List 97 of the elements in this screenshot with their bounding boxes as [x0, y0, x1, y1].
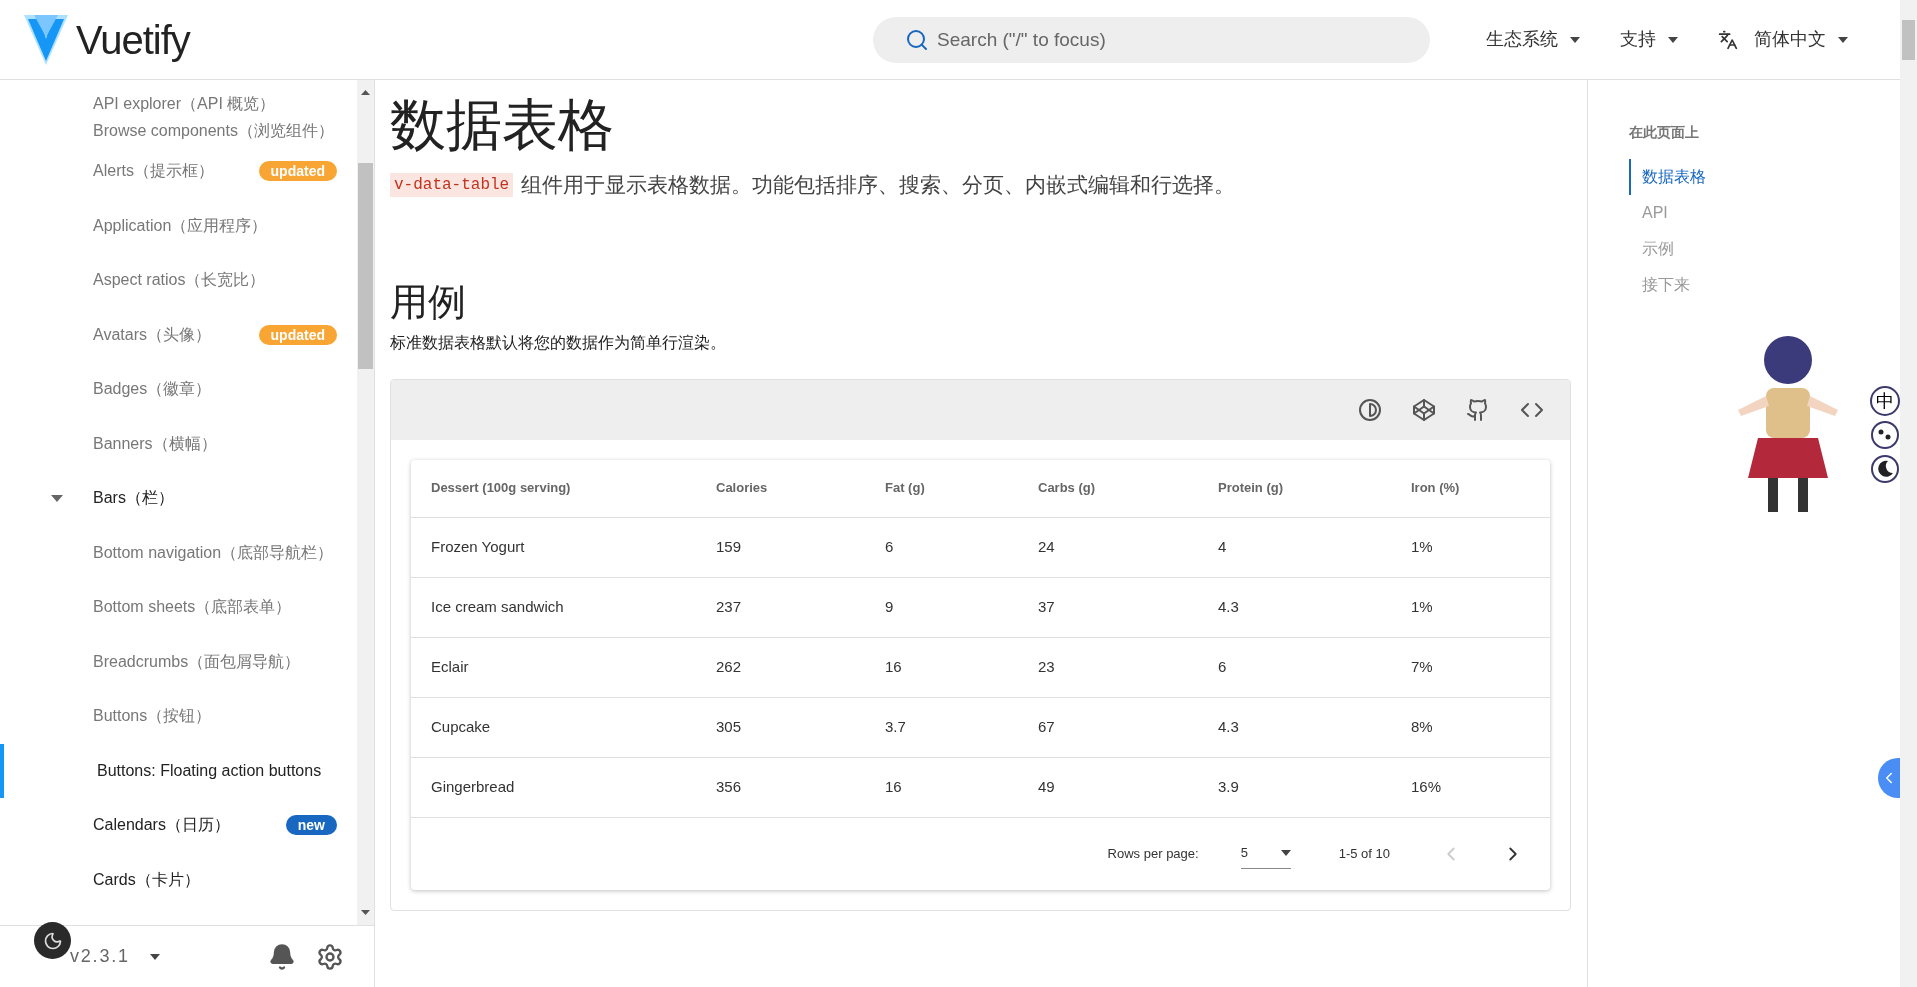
expand-arrow-icon[interactable] [51, 494, 63, 502]
search-icon [905, 27, 929, 52]
column-header[interactable]: Protein (g) [1218, 478, 1411, 498]
table-cell-text: 16 [885, 656, 903, 677]
table-cell-text: 1% [1411, 596, 1434, 617]
table-cell-text: Eclair [431, 656, 470, 677]
table-cell-text: 16 [885, 776, 903, 797]
brand-name: Vuetify [76, 16, 190, 64]
search-field[interactable]: Search ("/" to focus) [873, 16, 1430, 63]
contrast-icon[interactable] [1358, 397, 1382, 422]
language-toggle-button[interactable]: 中 [1870, 386, 1900, 416]
table-cell-text: 3.9 [1218, 776, 1240, 797]
scrollbar[interactable] [357, 80, 374, 925]
caret-icon [1280, 850, 1291, 856]
toc-title: 在此页面上 [1629, 123, 1700, 142]
table-cell-text: 159 [716, 536, 743, 557]
sidebar-item[interactable]: Banners（横幅） [0, 416, 357, 471]
sidebar-item[interactable]: Aspect ratios（长宽比） [0, 253, 357, 308]
sidebar-item[interactable]: API explorer（API 概览） [0, 90, 357, 117]
table-cell-text: 262 [716, 656, 743, 677]
table-cell-text: 23 [1038, 656, 1056, 677]
table-cell-text: 4 [1218, 536, 1228, 557]
table-cell-text: Ice cream sandwich [431, 596, 565, 617]
version-button[interactable]: v2.3.1 [70, 943, 160, 970]
caret-icon [1570, 36, 1580, 43]
table-cell-text: 7% [1411, 656, 1434, 677]
column-header[interactable]: Fat (g) [885, 478, 1038, 498]
table-cell-text: 37 [1038, 596, 1056, 617]
sidebar-item[interactable]: Badges（徽章） [0, 362, 357, 417]
moon-icon[interactable] [1870, 454, 1900, 484]
sidebar-item[interactable]: Buttons（按钮） [0, 689, 357, 744]
status-badge: updated [258, 324, 337, 345]
section-title: 用例 [390, 279, 467, 325]
caret-icon [1668, 36, 1678, 43]
page-range: 1-5 of 10 [1338, 844, 1390, 863]
menu-button[interactable]: 简体中文 [1706, 18, 1860, 61]
table-cell-text: 8% [1411, 716, 1434, 737]
settings-icon[interactable] [316, 942, 344, 971]
intro-text: 组件用于显示表格数据。功能包括排序、搜索、分页、内嵌式编辑和行选择。 [521, 172, 1236, 198]
table-cell-text: 356 [716, 776, 743, 797]
logo-icon [24, 14, 68, 65]
table-cell-text: 67 [1038, 716, 1056, 737]
rows-per-page-label: Rows per page: [1107, 844, 1199, 863]
collapse-tab-button[interactable] [1878, 758, 1900, 798]
translate-icon [1718, 29, 1738, 50]
table-cell-text: 1% [1411, 536, 1434, 557]
sidebar-item[interactable]: Bars（栏） [0, 471, 357, 526]
table-cell-text: Cupcake [431, 716, 492, 737]
codepen-icon[interactable] [1412, 397, 1436, 422]
table-cell-text: 237 [716, 596, 743, 617]
sidebar-item[interactable]: Avatars（头像） updated [0, 307, 357, 362]
scrollbar-thumb[interactable] [1902, 20, 1915, 60]
notification-icon[interactable] [268, 942, 296, 971]
page-title: 数据表格 [390, 92, 615, 158]
table-cell-text: 4.3 [1218, 596, 1240, 617]
column-header[interactable]: Iron (%) [1411, 478, 1550, 498]
sidebar-item[interactable]: Alerts（提示框） updated [0, 144, 357, 199]
caret-icon [149, 953, 160, 960]
sidebar-item[interactable]: Bottom sheets（底部表单） [0, 580, 357, 635]
table-cell-text: 6 [885, 536, 895, 557]
table-cell-text: 9 [885, 596, 895, 617]
table-cell-text: 6 [1218, 656, 1228, 677]
smiley-icon[interactable] [1870, 420, 1900, 450]
sidebar-item[interactable]: Browse components（浏览组件） [0, 117, 357, 144]
table-cell-text: 49 [1038, 776, 1056, 797]
page-scrollbar[interactable] [1900, 0, 1917, 987]
menu-button[interactable]: 支持 [1608, 18, 1690, 61]
moon-icon [42, 930, 63, 951]
column-header[interactable]: Dessert (100g serving) [431, 478, 716, 498]
dark-mode-button[interactable] [34, 922, 71, 959]
github-icon[interactable] [1466, 397, 1490, 422]
rows-per-page-select[interactable]: 5 [1240, 838, 1291, 869]
table-cell-text: 3.7 [885, 716, 907, 737]
table-cell-text: Frozen Yogurt [431, 536, 526, 557]
sidebar-item[interactable]: Application（应用程序） [0, 198, 357, 253]
table-cell-text: 305 [716, 716, 743, 737]
code-chip: v-data-table [390, 172, 514, 197]
sidebar-item[interactable]: Calendars（日历） new [0, 798, 357, 853]
section-text: 标准数据表格默认将您的数据作为简单行渲染。 [390, 332, 727, 353]
scroll-down-icon[interactable] [361, 910, 370, 915]
menu-button[interactable]: 生态系统 [1474, 18, 1592, 61]
toc-link[interactable]: 示例 [1629, 231, 1900, 267]
table-cell-text: Gingerbread [431, 776, 516, 797]
sidebar-item[interactable]: Breadcrumbs（面包屑导航） [0, 634, 357, 689]
caret-icon [1838, 36, 1848, 43]
scroll-up-icon[interactable] [361, 90, 370, 95]
table-cell-text: 4.3 [1218, 716, 1240, 737]
status-badge: new [285, 815, 337, 836]
sidebar-item[interactable]: Cards（卡片） [0, 852, 357, 907]
column-header[interactable]: Carbs (g) [1038, 478, 1218, 498]
column-header[interactable]: Calories [716, 478, 885, 498]
table-cell-text: 16% [1411, 776, 1443, 797]
table-cell-text: 24 [1038, 536, 1056, 557]
scrollbar-thumb[interactable] [358, 163, 373, 369]
toc-link[interactable]: 接下来 [1629, 267, 1900, 303]
sidebar-item[interactable]: Bottom navigation（底部导航栏） [0, 525, 357, 580]
status-badge: updated [258, 161, 337, 182]
